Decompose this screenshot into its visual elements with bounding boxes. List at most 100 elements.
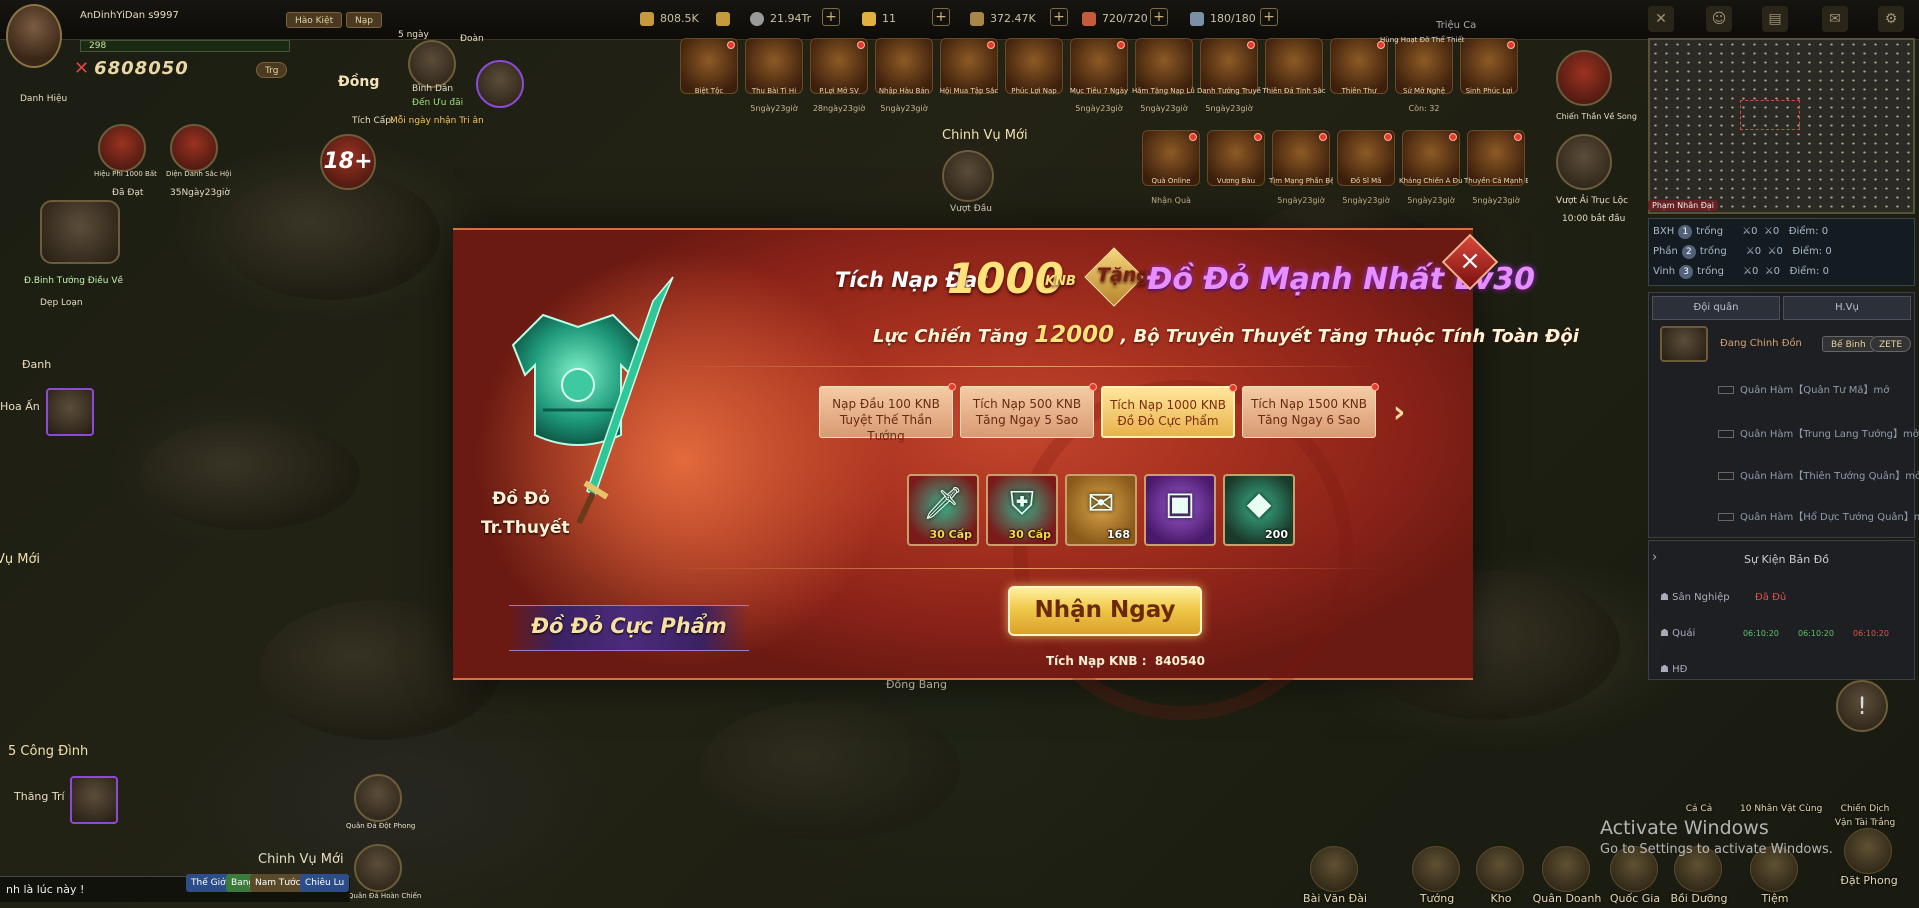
tier-tab[interactable]: Tích Nạp 1000 KNB Đồ Đỏ Cực Phẩm (1101, 384, 1237, 438)
vuot-dau-icon[interactable] (942, 150, 994, 202)
tier-tab[interactable]: Nạp Đầu 100 KNB Tuyệt Thế Thần Tướng (819, 383, 956, 443)
row1-extra: Hùng Hoạt Đỡ Thể Thiết (1380, 36, 1465, 44)
alert-icon[interactable]: ! (1836, 680, 1888, 732)
bottom-menu-icon[interactable] (1844, 828, 1892, 874)
chien-than-icon[interactable] (1556, 50, 1612, 106)
title-button[interactable]: Danh Hiệu (20, 94, 67, 104)
reward-slot[interactable]: ⛨ 30 Cấp (986, 474, 1058, 546)
building-icon[interactable] (40, 200, 120, 264)
event-label: Phúc Lợi Nạp (1011, 87, 1057, 95)
army-item[interactable]: Quân Hàm【Trung Lang Tướng】mở (1718, 425, 1919, 440)
rank-table: BXH 1 trống ⚔0 ⚔0 Điểm: 0 Phần 2 trống ⚔0 ⚔0… (1648, 218, 1915, 286)
bottom-menu-icon[interactable] (1412, 846, 1460, 892)
reward-slot[interactable]: 🗡 30 Cấp (907, 474, 979, 546)
hero1-icon[interactable] (98, 124, 146, 172)
event-icon[interactable] (1395, 38, 1453, 94)
player-level-bar: 298 (80, 40, 290, 52)
army-item[interactable]: Quân Hàm【Hổ Dực Tướng Quân】mở (1718, 508, 1919, 523)
minimap[interactable]: Phạm Nhân Đại (1648, 38, 1915, 214)
settings-icon[interactable]: ⚙ (1878, 6, 1904, 32)
reward-slot[interactable]: ▣ (1144, 474, 1216, 546)
army-item[interactable]: Quân Hàm【Quân Tư Mã】mở (1718, 381, 1889, 396)
label-thang-tri: Thăng Trí (14, 790, 65, 803)
event-label: Quà Online (1151, 177, 1191, 185)
event-label: Thu Bài Tì Hi (751, 87, 797, 95)
add-resource-button[interactable]: + (822, 8, 840, 26)
tab-doi-quan[interactable]: Đội quân (1652, 296, 1780, 320)
bottom-menu-icon[interactable] (1310, 846, 1358, 892)
quan-da-hoan-icon[interactable] (354, 844, 402, 892)
event-icon[interactable] (810, 38, 868, 94)
reward-slot[interactable]: ✉ 168 (1065, 474, 1137, 546)
bottom-menu-label: Chiến Dịch (1840, 804, 1890, 814)
label-cong-dinh: 5 Công Đình (8, 744, 89, 759)
rank-row: BXH 1 trống ⚔0 ⚔0 Điểm: 0 (1653, 225, 1829, 239)
event-icon[interactable] (1200, 38, 1258, 94)
vuot-ai-icon[interactable] (1556, 134, 1612, 190)
quan-da-dot-icon[interactable] (354, 774, 402, 822)
hoa-an-portrait[interactable] (46, 388, 94, 436)
claim-now-button[interactable]: Nhận Ngay (1008, 586, 1202, 636)
event-icon[interactable] (1135, 38, 1193, 94)
event-timer: 5ngày23giờ (1075, 104, 1123, 113)
bottom-menu-icon[interactable] (1542, 846, 1590, 892)
event-row: ☗ Sân Nghiệp Đã Đủ (1660, 592, 1787, 603)
event-timer: 5ngày23giờ (1342, 196, 1390, 205)
thang-tri-portrait[interactable] (70, 776, 118, 824)
army-item[interactable]: Quân Hàm【Thiên Tướng Quân】mở (1718, 467, 1919, 482)
notification-dot (987, 41, 995, 49)
event-icon[interactable] (1005, 38, 1063, 94)
event-icon[interactable] (940, 38, 998, 94)
chevron-right-icon[interactable]: › (1652, 550, 1657, 565)
mute-icon[interactable]: ✕ (1648, 6, 1674, 32)
chat-channel-recruit[interactable]: Chiêu Lu (300, 874, 350, 892)
event-icon[interactable] (1070, 38, 1128, 94)
event-timer: 5ngày23giờ (1205, 104, 1253, 113)
event-icon[interactable] (1330, 38, 1388, 94)
label-chinh-vu-moi: Chinh Vụ Mới (942, 128, 1028, 143)
notification-dot (727, 41, 735, 49)
zete-button[interactable]: ZETE (1870, 336, 1912, 352)
event-icon[interactable] (1265, 38, 1323, 94)
windows-watermark-title: Activate Windows (1600, 817, 1769, 839)
event-icon[interactable] (680, 38, 738, 94)
add-resource-button[interactable]: + (1150, 8, 1168, 26)
binh-dan-icon[interactable] (408, 40, 456, 88)
event-row: ☗ Quái 06:10:20 06:10:20 06:10:20 (1660, 628, 1889, 639)
bottom-menu-icon[interactable] (1476, 846, 1524, 892)
chat-channel-noble[interactable]: Nam Tước (250, 874, 306, 892)
tier-tab[interactable]: Tích Nạp 1500 KNB Tăng Ngay 6 Sao (1242, 383, 1379, 438)
mail-icon[interactable]: ✉ (1822, 6, 1848, 32)
add-resource-button[interactable]: + (1260, 8, 1278, 26)
combat-power: ✕ 6808050 (74, 58, 189, 79)
add-resource-button[interactable]: + (932, 8, 950, 26)
tab-nap[interactable]: Nạp (346, 12, 382, 28)
be-binh-button[interactable]: Bế Binh (1822, 336, 1875, 352)
profile-icon[interactable]: ☺ (1706, 6, 1732, 32)
tab-nhiem-vu[interactable]: H.Vụ (1783, 296, 1911, 320)
chevron-right-icon[interactable]: › (1393, 395, 1405, 430)
general-portrait[interactable] (1660, 326, 1708, 362)
resource-food: 21.94Tr (750, 8, 811, 30)
power-button[interactable]: Trg (256, 62, 288, 78)
ranking-icon[interactable]: ▤ (1762, 6, 1788, 32)
event-icon[interactable] (1460, 38, 1518, 94)
player-avatar[interactable] (6, 4, 62, 68)
add-resource-button[interactable]: + (1050, 8, 1068, 26)
minimap-button[interactable]: Phạm Nhân Đại (1648, 200, 1719, 211)
hero-portrait[interactable] (476, 60, 524, 108)
resource-stamina: 720/720 (1082, 8, 1148, 30)
reward-slot[interactable]: ◆ 200 (1223, 474, 1295, 546)
hero2-icon[interactable] (170, 124, 218, 172)
tab-hao-kiet[interactable]: Hào Kiệt (286, 12, 343, 28)
event-icon[interactable] (875, 38, 933, 94)
label-trieu-ca: Triệu Ca (1436, 20, 1477, 31)
sword-icon (576, 276, 674, 525)
tier-tab[interactable]: Tích Nạp 500 KNB Tăng Ngay 5 Sao (960, 383, 1097, 438)
wood-icon (970, 12, 984, 26)
minimap-region (1740, 100, 1800, 130)
event-icon[interactable] (745, 38, 803, 94)
label-dong: Đồng (338, 74, 380, 90)
event-label: Biệt Tộc (694, 87, 724, 95)
notification-dot (1319, 133, 1327, 141)
